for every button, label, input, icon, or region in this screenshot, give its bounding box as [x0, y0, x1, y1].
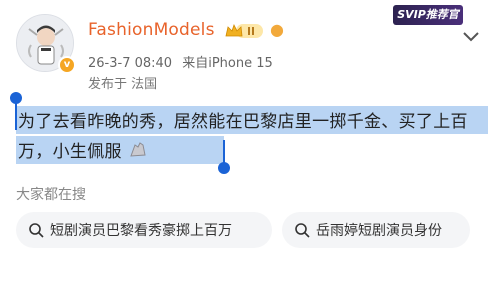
selection-end-handle[interactable]: [218, 162, 230, 174]
trending-search-title: 大家都在搜: [16, 187, 86, 203]
post-text[interactable]: 为了去看昨晚的秀，居然能在巴黎店里一掷千金、买了上百万，小生佩服: [18, 107, 488, 167]
post-body: 为了去看昨晚的秀，居然能在巴黎店里一掷千金、买了上百万，小生佩服: [18, 112, 468, 162]
search-chip[interactable]: 短剧演员巴黎看秀豪掷上百万: [16, 212, 272, 248]
post-meta: 26-3-7 08:40 来自iPhone 15: [88, 52, 279, 71]
fish-emoji-icon: ●: [270, 20, 284, 39]
timestamp: 26-3-7 08:40: [88, 56, 173, 71]
post-location: 发布于 法国: [88, 77, 158, 92]
search-icon: [29, 223, 44, 238]
verified-badge-icon: v: [58, 56, 76, 74]
level-crown-icon: [225, 23, 263, 38]
clap-emoji-icon: [129, 142, 146, 157]
search-icon: [295, 223, 310, 238]
search-chip[interactable]: 岳雨婷短剧演员身份: [282, 212, 470, 248]
chevron-down-icon[interactable]: [462, 30, 480, 44]
username[interactable]: FashionModels: [88, 20, 215, 40]
svip-banner[interactable]: SVIP推荐官: [393, 5, 463, 25]
source: 来自iPhone 15: [182, 56, 273, 71]
search-chip-label: 岳雨婷短剧演员身份: [316, 223, 442, 239]
avatar-container[interactable]: v: [16, 14, 76, 74]
selection-start-bar: [15, 100, 17, 130]
search-chip-label: 短剧演员巴黎看秀豪掷上百万: [50, 223, 232, 239]
